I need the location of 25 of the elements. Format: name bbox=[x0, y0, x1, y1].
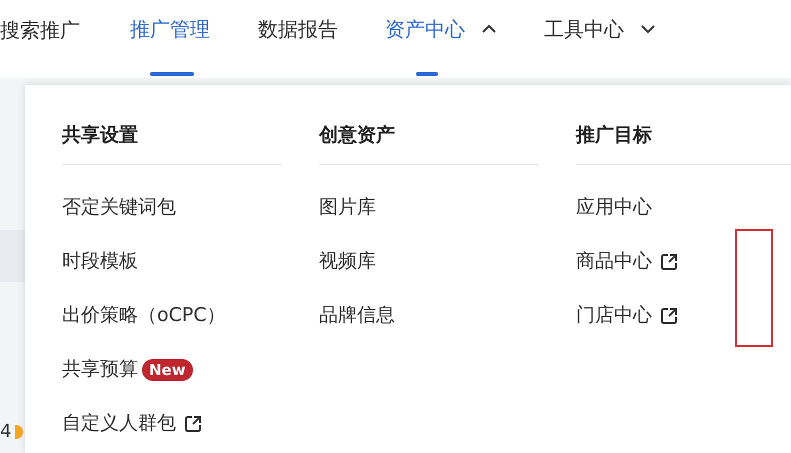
nav-tab[interactable]: 工具中心 bbox=[544, 0, 656, 78]
new-badge: New bbox=[142, 358, 193, 380]
menu-item[interactable]: 图片库 bbox=[319, 180, 539, 234]
nav-tab[interactable]: 推广管理 bbox=[130, 0, 210, 78]
menu-item[interactable]: 商品中心 bbox=[576, 234, 791, 288]
menu-item[interactable]: 时段模板 bbox=[62, 234, 282, 288]
menu-item[interactable]: 共享预算 New bbox=[62, 342, 282, 396]
external-link-icon bbox=[660, 306, 678, 324]
active-underline bbox=[416, 72, 438, 76]
column-heading: 创意资产 bbox=[319, 121, 539, 164]
product-title: 搜索推广 bbox=[0, 17, 80, 44]
nav-tab[interactable]: 数据报告 bbox=[258, 0, 338, 78]
external-link-icon bbox=[184, 414, 202, 432]
menu-item[interactable]: 视频库 bbox=[319, 234, 539, 288]
menu-item[interactable]: 品牌信息 bbox=[319, 288, 539, 342]
menu-item[interactable]: 应用中心 bbox=[576, 180, 791, 234]
menu-item[interactable]: 出价策略（oCPC） bbox=[62, 288, 282, 342]
column-heading: 推广目标 bbox=[576, 121, 791, 164]
table-value: 4 bbox=[0, 420, 12, 444]
menu-item[interactable]: 否定关键词包 bbox=[62, 180, 282, 234]
column-heading: 共享设置 bbox=[62, 121, 282, 164]
external-link-icon bbox=[660, 252, 678, 270]
menu-item[interactable]: 门店中心 bbox=[576, 288, 791, 342]
menu-item[interactable]: 自定义人群包 bbox=[62, 396, 282, 450]
nav-tab[interactable]: 资产中心 bbox=[385, 0, 497, 78]
